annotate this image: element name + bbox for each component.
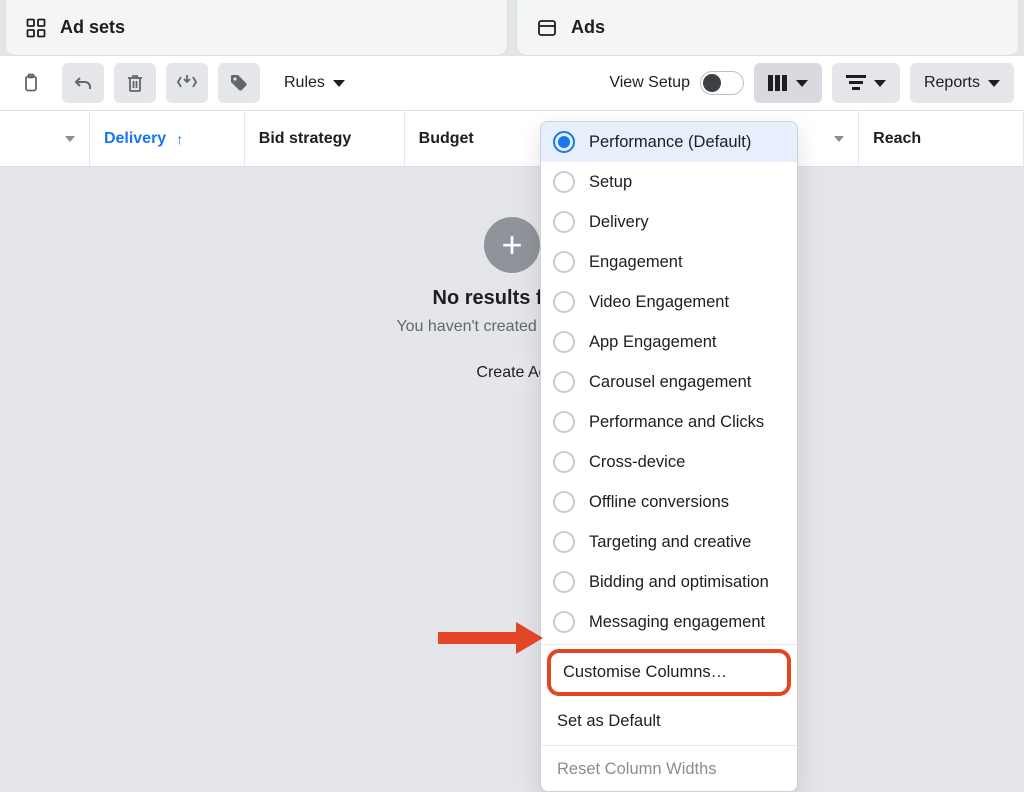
preset-label: Setup <box>589 173 632 192</box>
preset-option[interactable]: Performance (Default) <box>541 122 797 162</box>
chevron-down-icon <box>834 136 844 142</box>
toolbar: Rules View Setup Reports <box>0 56 1024 111</box>
preset-option[interactable]: Targeting and creative <box>541 522 797 562</box>
tab-label: Ads <box>571 17 605 38</box>
radio-icon <box>553 491 575 513</box>
preset-option[interactable]: Carousel engagement <box>541 362 797 402</box>
customise-columns-item[interactable]: Customise Columns… <box>547 649 791 696</box>
radio-icon <box>553 131 575 153</box>
set-as-default-item[interactable]: Set as Default <box>541 700 797 743</box>
preset-label: App Engagement <box>589 333 717 352</box>
plus-icon: + <box>484 217 540 273</box>
view-setup-label: View Setup <box>609 74 690 92</box>
reports-button[interactable]: Reports <box>910 63 1014 103</box>
tab-ad-sets[interactable]: Ad sets <box>6 0 508 56</box>
table-header: Delivery ↑ Bid strategy Budget Reach <box>0 111 1024 167</box>
preset-option[interactable]: Cross-device <box>541 442 797 482</box>
preset-option[interactable]: App Engagement <box>541 322 797 362</box>
preset-option[interactable]: Bidding and optimisation <box>541 562 797 602</box>
undo-button[interactable] <box>62 63 104 103</box>
preset-label: Performance and Clicks <box>589 413 764 432</box>
menu-separator <box>541 745 797 746</box>
menu-separator <box>541 644 797 645</box>
th-sort[interactable] <box>0 111 90 166</box>
radio-icon <box>553 251 575 273</box>
chevron-down-icon <box>65 136 75 142</box>
adsets-icon <box>26 18 46 38</box>
chevron-down-icon <box>874 80 886 87</box>
breakdown-icon <box>846 75 866 91</box>
preset-label: Bidding and optimisation <box>589 573 769 592</box>
th-label: Reach <box>873 130 921 148</box>
preset-option[interactable]: Performance and Clicks <box>541 402 797 442</box>
export-button[interactable] <box>166 63 208 103</box>
preset-label: Delivery <box>589 213 649 232</box>
radio-icon <box>553 331 575 353</box>
ads-icon <box>537 18 557 38</box>
radio-icon <box>553 171 575 193</box>
clipboard-button[interactable] <box>10 63 52 103</box>
reset-column-widths-item[interactable]: Reset Column Widths <box>541 748 797 791</box>
th-reach[interactable]: Reach <box>859 111 1024 166</box>
rules-button[interactable]: Rules <box>270 63 359 103</box>
delete-button[interactable] <box>114 63 156 103</box>
radio-icon <box>553 611 575 633</box>
columns-button[interactable] <box>754 63 822 103</box>
radio-icon <box>553 211 575 233</box>
chevron-down-icon <box>796 80 808 87</box>
columns-icon <box>768 75 788 91</box>
preset-option[interactable]: Engagement <box>541 242 797 282</box>
tab-label: Ad sets <box>60 17 125 38</box>
radio-icon <box>553 531 575 553</box>
preset-label: Offline conversions <box>589 493 729 512</box>
preset-option[interactable]: Messaging engagement <box>541 602 797 642</box>
view-setup-toggle[interactable]: View Setup <box>609 71 744 95</box>
th-bid-strategy[interactable]: Bid strategy <box>245 111 405 166</box>
sort-asc-icon: ↑ <box>176 131 183 147</box>
th-label: Bid strategy <box>259 130 351 148</box>
empty-state: + No results found You haven't created a… <box>0 167 1024 587</box>
breakdown-button[interactable] <box>832 63 900 103</box>
th-delivery[interactable]: Delivery ↑ <box>90 111 245 166</box>
toggle-pill <box>700 71 744 95</box>
preset-option[interactable]: Video Engagement <box>541 282 797 322</box>
chevron-down-icon <box>333 80 345 87</box>
preset-label: Targeting and creative <box>589 533 751 552</box>
preset-option[interactable]: Delivery <box>541 202 797 242</box>
preset-option[interactable]: Offline conversions <box>541 482 797 522</box>
tab-ads[interactable]: Ads <box>516 0 1018 56</box>
radio-icon <box>553 371 575 393</box>
preset-label: Video Engagement <box>589 293 729 312</box>
top-tabs: Ad sets Ads <box>0 0 1024 56</box>
th-label: Budget <box>419 130 474 148</box>
rules-label: Rules <box>284 74 325 92</box>
preset-label: Carousel engagement <box>589 373 751 392</box>
preset-option[interactable]: Setup <box>541 162 797 202</box>
preset-label: Engagement <box>589 253 683 272</box>
radio-icon <box>553 411 575 433</box>
annotation-arrow-icon <box>438 620 543 656</box>
preset-label: Messaging engagement <box>589 613 765 632</box>
th-label: Delivery <box>104 130 166 148</box>
columns-dropdown: Performance (Default) Setup Delivery Eng… <box>540 121 798 792</box>
preset-label: Performance (Default) <box>589 133 751 152</box>
preset-label: Cross-device <box>589 453 685 472</box>
reports-label: Reports <box>924 74 980 92</box>
radio-icon <box>553 451 575 473</box>
chevron-down-icon <box>988 80 1000 87</box>
tag-button[interactable] <box>218 63 260 103</box>
radio-icon <box>553 291 575 313</box>
radio-icon <box>553 571 575 593</box>
